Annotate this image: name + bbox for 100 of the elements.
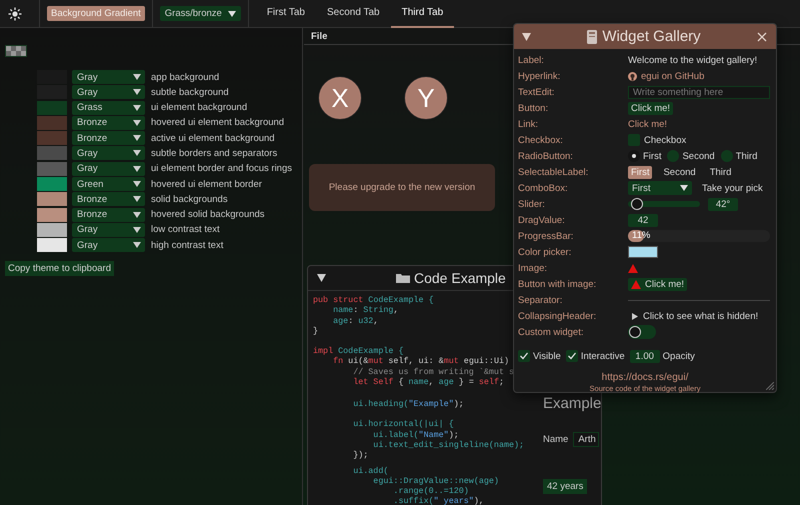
code-line: .suffix(" years"), bbox=[392, 496, 484, 505]
toggle-switch[interactable] bbox=[628, 325, 656, 339]
opacity-label: Opacity bbox=[662, 350, 695, 362]
scale-dropdown[interactable]: Gray bbox=[72, 85, 145, 100]
widget-label: Link: bbox=[518, 118, 540, 130]
resize-grip-icon[interactable] bbox=[766, 382, 774, 390]
checkbox[interactable] bbox=[628, 134, 640, 146]
docs-link[interactable]: https://docs.rs/egui/ bbox=[602, 372, 688, 383]
code-line: ui.heading("Example"); bbox=[352, 398, 464, 410]
color-swatch[interactable] bbox=[37, 238, 67, 252]
color-swatch[interactable] bbox=[37, 192, 67, 206]
caret-icon bbox=[133, 150, 141, 156]
folder-icon bbox=[396, 273, 410, 283]
color-swatch[interactable] bbox=[37, 146, 67, 160]
scale-dropdown[interactable]: Gray bbox=[72, 222, 145, 237]
round-button[interactable]: Y bbox=[404, 76, 448, 120]
collapsing-header[interactable]: Click to see what is hidden! bbox=[628, 310, 758, 322]
click-button[interactable]: Click me! bbox=[628, 102, 674, 114]
scale-dropdown[interactable]: Bronze bbox=[72, 208, 145, 222]
round-button[interactable]: X bbox=[318, 76, 362, 120]
widget-label: ProgressBar: bbox=[518, 230, 574, 242]
color-role-label: subtle background bbox=[151, 86, 229, 98]
selectable-label[interactable]: Second bbox=[660, 166, 699, 178]
widget-label: TextEdit: bbox=[518, 86, 556, 98]
slider-value[interactable]: 42° bbox=[708, 198, 738, 210]
caret-icon bbox=[133, 166, 141, 172]
caret-icon bbox=[680, 185, 688, 191]
selectable-label[interactable]: Third bbox=[706, 166, 734, 178]
widget-label: Checkbox: bbox=[518, 134, 564, 146]
code-line: impl CodeExample { bbox=[313, 346, 404, 356]
collapse-triangle-icon[interactable] bbox=[522, 32, 531, 40]
color-role-label: high contrast text bbox=[151, 240, 224, 251]
widget-label: Label: bbox=[518, 54, 545, 66]
checkbox[interactable] bbox=[566, 350, 578, 362]
collapse-triangle-icon[interactable] bbox=[317, 274, 326, 282]
scale-dropdown[interactable]: Bronze bbox=[72, 192, 145, 206]
age-drag-value[interactable]: 42 years bbox=[543, 478, 588, 494]
color-swatch[interactable] bbox=[37, 131, 67, 146]
caret-icon bbox=[228, 10, 236, 16]
color-swatch[interactable] bbox=[37, 222, 67, 237]
color-role-label: low contrast text bbox=[151, 224, 220, 236]
checkbox[interactable] bbox=[518, 350, 530, 362]
color-swatch[interactable] bbox=[37, 177, 67, 192]
close-icon[interactable] bbox=[757, 32, 767, 42]
scale-dropdown[interactable]: Gray bbox=[72, 162, 145, 176]
code-line: ui.add( bbox=[352, 466, 388, 476]
scale-dropdown[interactable]: Bronze bbox=[72, 116, 145, 130]
name-field[interactable]: Arth bbox=[573, 432, 599, 448]
scale-dropdown[interactable]: Bronze bbox=[72, 131, 145, 146]
tab[interactable]: Third Tab bbox=[390, 0, 454, 28]
drag-value[interactable]: 42 bbox=[628, 214, 658, 226]
color-swatch[interactable] bbox=[37, 85, 67, 100]
combo-hint: Take your pick bbox=[702, 182, 763, 194]
radio-button[interactable] bbox=[720, 150, 733, 162]
caret-icon bbox=[133, 74, 141, 80]
checkered-icon[interactable] bbox=[5, 45, 27, 57]
tab[interactable]: Second Tab bbox=[316, 0, 391, 28]
color-swatch[interactable] bbox=[37, 162, 67, 176]
caret-icon bbox=[133, 104, 141, 111]
widget-label: Color picker: bbox=[518, 246, 572, 258]
color-role-label: ui element border and focus rings bbox=[151, 163, 292, 174]
scale-dropdown[interactable]: Gray bbox=[72, 238, 145, 252]
sun-icon[interactable] bbox=[8, 6, 22, 20]
color-role-label: hovered ui element background bbox=[151, 117, 284, 128]
widget-label: ComboBox: bbox=[518, 182, 569, 194]
radio-button[interactable] bbox=[628, 150, 640, 162]
copy-theme-button[interactable]: Copy theme to clipboard bbox=[5, 261, 114, 276]
text-input-field[interactable]: Write something here bbox=[628, 86, 770, 98]
opacity-drag-value[interactable]: 1.00 bbox=[630, 350, 660, 362]
color-swatch[interactable] bbox=[37, 116, 67, 130]
hyperlink[interactable]: egui on GitHub bbox=[641, 70, 704, 82]
color-picker-swatch[interactable] bbox=[628, 246, 658, 258]
link[interactable]: Click me! bbox=[628, 118, 668, 130]
checkbox-label: Checkbox bbox=[644, 134, 686, 146]
scale-dropdown[interactable]: Green bbox=[72, 177, 145, 192]
color-role-label: active ui element background bbox=[151, 132, 275, 144]
window-title: Widget Gallery bbox=[602, 28, 701, 45]
theme-dropdown[interactable]: Grass/bronze bbox=[160, 6, 241, 21]
image-button[interactable]: Click me! bbox=[628, 278, 688, 290]
code-line: } bbox=[313, 326, 318, 336]
color-swatch[interactable] bbox=[37, 208, 67, 222]
slider[interactable] bbox=[628, 198, 700, 210]
widget-label: Button with image: bbox=[518, 278, 598, 290]
color-swatch[interactable] bbox=[37, 100, 67, 115]
caret-icon bbox=[133, 212, 141, 218]
scale-dropdown[interactable]: Grass bbox=[72, 100, 145, 115]
combo-box[interactable]: First bbox=[628, 181, 692, 195]
code-line: // Saves us from writing `&mut s bbox=[352, 366, 514, 378]
name-label: Name bbox=[543, 434, 568, 446]
scale-dropdown[interactable]: Gray bbox=[72, 146, 145, 160]
scale-dropdown[interactable]: Gray bbox=[72, 70, 145, 84]
caret-icon bbox=[133, 196, 141, 202]
widget-label: Button: bbox=[518, 102, 550, 114]
radio-button[interactable] bbox=[667, 150, 680, 162]
menu-item[interactable]: File bbox=[309, 30, 330, 42]
color-role-label: app background bbox=[151, 72, 220, 82]
tab[interactable]: First Tab bbox=[256, 0, 316, 28]
checkbox-label: Visible bbox=[533, 350, 561, 362]
widget-label: DragValue: bbox=[518, 214, 566, 226]
radio-label: First bbox=[643, 150, 662, 162]
